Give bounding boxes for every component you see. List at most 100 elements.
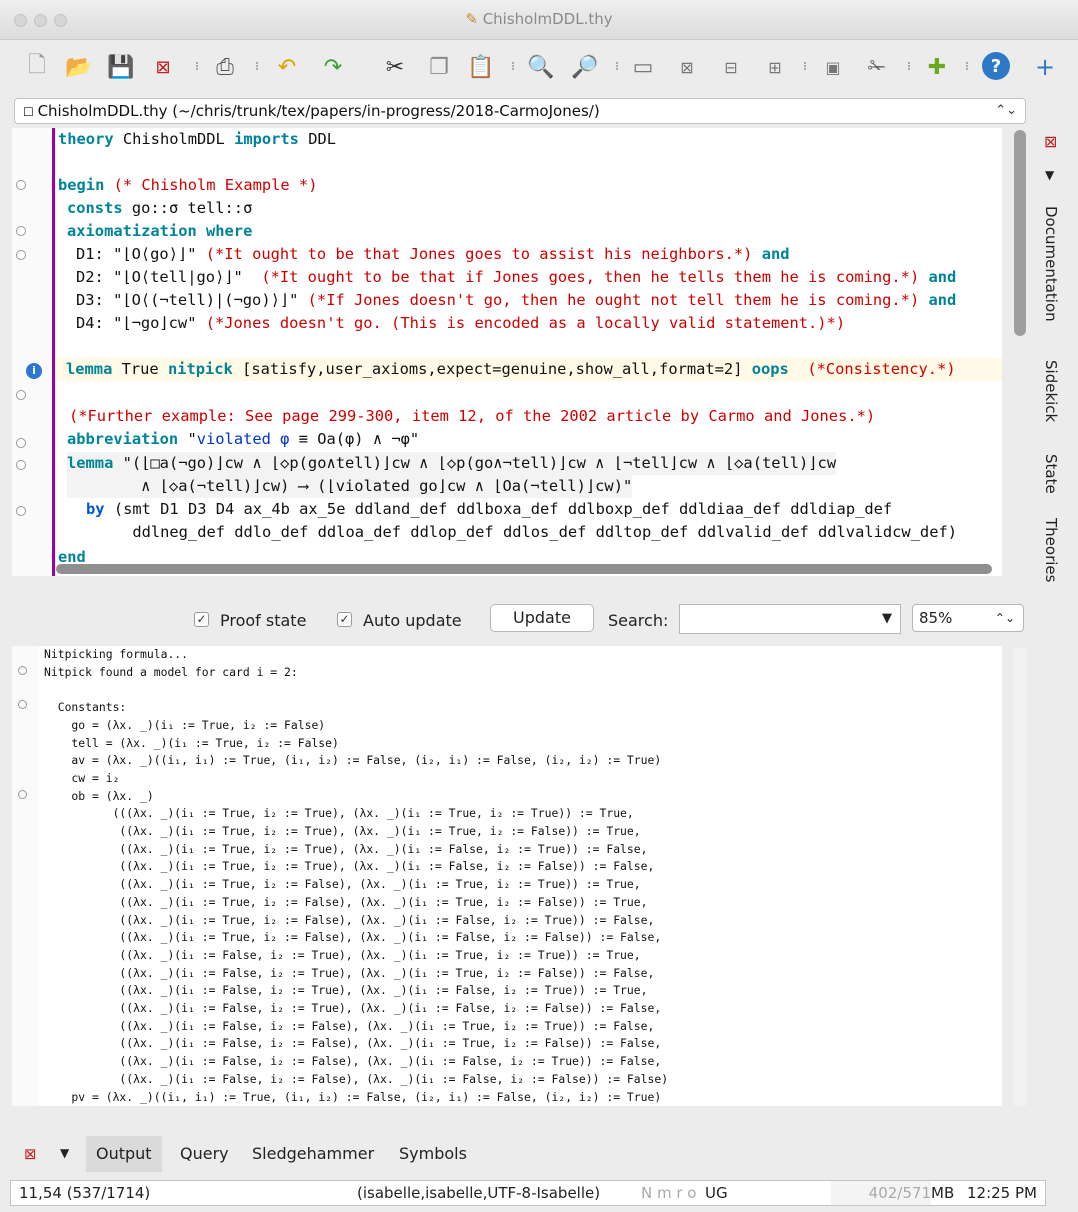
global-options-icon[interactable]: ✁ xyxy=(862,52,892,82)
tab-state[interactable]: State xyxy=(1042,454,1060,494)
tab-symbols[interactable]: Symbols xyxy=(389,1136,477,1172)
new-file-icon[interactable]: 🗋 xyxy=(22,52,52,82)
find-icon[interactable]: 🔍 xyxy=(526,52,556,82)
close-icon[interactable]: ⊠ xyxy=(148,52,178,82)
output-line: ((λx. _)(i₁ := False, i₂ := True), (λx. … xyxy=(44,1001,662,1015)
tab-sledgehammer[interactable]: Sledgehammer xyxy=(242,1136,384,1172)
buffer-flags[interactable]: N m r o xyxy=(641,1181,696,1205)
bottom-dock-tabs: ⊠ ▼ Output Query Sledgehammer Symbols xyxy=(0,1136,1078,1172)
copy-icon[interactable]: ❐ xyxy=(424,52,454,82)
tab-output[interactable]: Output xyxy=(86,1136,162,1172)
paste-icon[interactable]: 📋 xyxy=(466,52,496,82)
split-horizontal-icon[interactable]: ⊟ xyxy=(716,52,746,82)
memory-status[interactable]: 402/571 xyxy=(831,1181,931,1205)
plugin-manager-icon[interactable]: ✚ xyxy=(922,52,952,82)
update-button[interactable]: Update xyxy=(490,604,594,632)
buffer-mode[interactable]: (isabelle,isabelle,UTF-8-Isabelle) xyxy=(357,1181,600,1205)
fold-icon[interactable] xyxy=(18,700,27,709)
tab-query[interactable]: Query xyxy=(170,1136,239,1172)
code-line: abbreviation "violated φ ≡ Oa(φ) ∧ ¬φ" xyxy=(67,430,420,448)
tab-theories[interactable]: Theories xyxy=(1042,518,1060,582)
chevron-updown-icon: ⌃⌄ xyxy=(995,103,1017,118)
add-icon[interactable]: + xyxy=(1030,52,1060,82)
dock-menu-arrow-icon[interactable]: ▼ xyxy=(60,1146,69,1160)
fold-icon[interactable] xyxy=(16,506,26,516)
buffer-options-icon[interactable]: ▣ xyxy=(818,52,848,82)
close-icon[interactable]: ⊠ xyxy=(24,1145,37,1163)
output-line: ((λx. _)(i₁ := False, i₂ := False), (λx.… xyxy=(44,1018,655,1033)
open-folder-icon[interactable]: 📂 xyxy=(64,52,94,82)
editor-pane[interactable]: i theory ChisholmDDL imports DDL begin (… xyxy=(12,128,1002,576)
output-line: (((λx. _)(i₁ := True, i₂ := True), (λx. … xyxy=(44,806,634,821)
output-line: Nitpick found a model for card i = 2: xyxy=(44,664,298,679)
output-line: Nitpicking formula... xyxy=(44,647,189,661)
output-line: ((λx. _)(i₁ := False, i₂ := True), (λx. … xyxy=(44,983,648,998)
output-controls: ✓ Proof state ✓ Auto update Update Searc… xyxy=(0,600,1030,640)
horizontal-scrollbar[interactable] xyxy=(56,564,992,574)
output-line: ((λx. _)(i₁ := False, i₂ := False), (λx.… xyxy=(44,1054,662,1069)
clock: 12:25 PM xyxy=(967,1184,1037,1202)
save-icon[interactable]: 💾 xyxy=(106,52,136,82)
fold-icon[interactable] xyxy=(18,666,27,675)
code-line: theory ChisholmDDL imports DDL xyxy=(58,130,337,148)
toolbar-separator xyxy=(616,62,618,70)
split-vertical-icon[interactable]: ⊞ xyxy=(760,52,790,82)
status-ug[interactable]: UG xyxy=(705,1181,728,1205)
tab-documentation[interactable]: Documentation xyxy=(1042,206,1060,322)
fold-icon[interactable] xyxy=(16,226,26,236)
output-line: ((λx. _)(i₁ := True, i₂ := False), (λx. … xyxy=(44,894,648,909)
fold-icon[interactable] xyxy=(16,460,26,470)
vertical-scrollbar[interactable] xyxy=(1014,130,1026,336)
print-icon[interactable]: ⎙ xyxy=(210,52,240,82)
code-line: consts go::σ tell::σ xyxy=(67,199,253,217)
chevron-updown-icon: ⌃⌄ xyxy=(994,611,1015,625)
tab-sidekick[interactable]: Sidekick xyxy=(1042,360,1060,422)
new-view-icon[interactable]: ▭ xyxy=(628,52,658,82)
window-title-text: ChisholmDDL.thy xyxy=(482,10,613,28)
fold-icon[interactable] xyxy=(16,180,26,190)
fold-icon[interactable] xyxy=(16,250,26,260)
window-title: ✎ ChisholmDDL.thy xyxy=(0,10,1078,28)
cut-icon[interactable]: ✂ xyxy=(380,52,410,82)
output-panel[interactable]: Nitpicking formula... Nitpick found a mod… xyxy=(12,646,1002,1106)
info-icon[interactable]: i xyxy=(26,363,42,379)
close-icon[interactable]: ⊠ xyxy=(1044,132,1057,151)
toolbar-separator xyxy=(512,62,514,70)
title-bar: ✎ ChisholmDDL.thy xyxy=(0,0,1078,40)
buffer-checkbox: ☐ xyxy=(23,105,38,119)
code-line: D2: "⌊O⟨tell|go⟩⌋" (*It ought to be that… xyxy=(76,268,957,286)
unsplit-icon[interactable]: ⊠ xyxy=(672,52,702,82)
output-scrollbar[interactable] xyxy=(1014,648,1026,1106)
zoom-select[interactable]: 85% ⌃⌄ xyxy=(912,604,1024,632)
code-line: D1: "⌊O⟨go⟩⌋" (*It ought to be that Jone… xyxy=(76,245,790,263)
find-replace-icon[interactable]: 🔎 xyxy=(570,52,600,82)
toolbar: 🗋 📂 💾 ⊠ ⎙ ↶ ↷ ✂ ❐ 📋 🔍 🔎 ▭ ⊠ ⊟ ⊞ ▣ ✁ ✚ ? … xyxy=(0,40,1078,96)
dock-menu-arrow-icon[interactable]: ▼ xyxy=(1045,168,1054,182)
undo-icon[interactable]: ↶ xyxy=(272,52,302,82)
editor-gutter-marker xyxy=(52,128,55,576)
code-line: ∧ ⌊◇a(¬tell)⌋cw) ⟶ (⌊violated go⌋cw ∧ ⌊O… xyxy=(67,475,633,498)
zoom-value: 85% xyxy=(919,609,953,627)
fold-icon[interactable] xyxy=(16,438,26,448)
caret-position[interactable]: 11,54 (537/1714) xyxy=(19,1181,150,1205)
auto-update-label: Auto update xyxy=(363,611,462,630)
fold-icon[interactable] xyxy=(16,390,26,400)
toolbar-separator xyxy=(966,62,968,70)
output-line: ((λx. _)(i₁ := False, i₂ := False), (λx.… xyxy=(44,1036,662,1051)
help-icon[interactable]: ? xyxy=(982,52,1010,80)
buffer-selector[interactable]: ☐ ChisholmDDL.thy (~/chris/trunk/tex/pap… xyxy=(14,98,1026,124)
output-line: go = (λx. _)(i₁ := True, i₂ := False) xyxy=(44,717,326,732)
dropdown-arrow-icon[interactable]: ▼ xyxy=(882,611,892,626)
buffer-label: ChisholmDDL.thy (~/chris/trunk/tex/paper… xyxy=(37,102,600,120)
auto-update-checkbox[interactable]: ✓ xyxy=(337,612,352,627)
memory-used: 402/571 xyxy=(868,1184,931,1202)
redo-icon[interactable]: ↷ xyxy=(318,52,348,82)
code-line-highlighted: lemma True nitpick [satisfy,user_axioms,… xyxy=(56,358,1002,381)
fold-icon[interactable] xyxy=(18,790,27,799)
search-input[interactable]: ▼ xyxy=(679,604,901,634)
search-label: Search: xyxy=(608,611,669,630)
proof-state-checkbox[interactable]: ✓ xyxy=(194,612,209,627)
output-line: cw = i₂ xyxy=(44,770,120,785)
code-line: ddlneg_def ddlo_def ddloa_def ddlop_def … xyxy=(86,523,957,541)
code-line: lemma "(⌊□a(¬go)⌋cw ∧ ⌊◇p(go∧tell)⌋cw ∧ … xyxy=(67,452,837,475)
